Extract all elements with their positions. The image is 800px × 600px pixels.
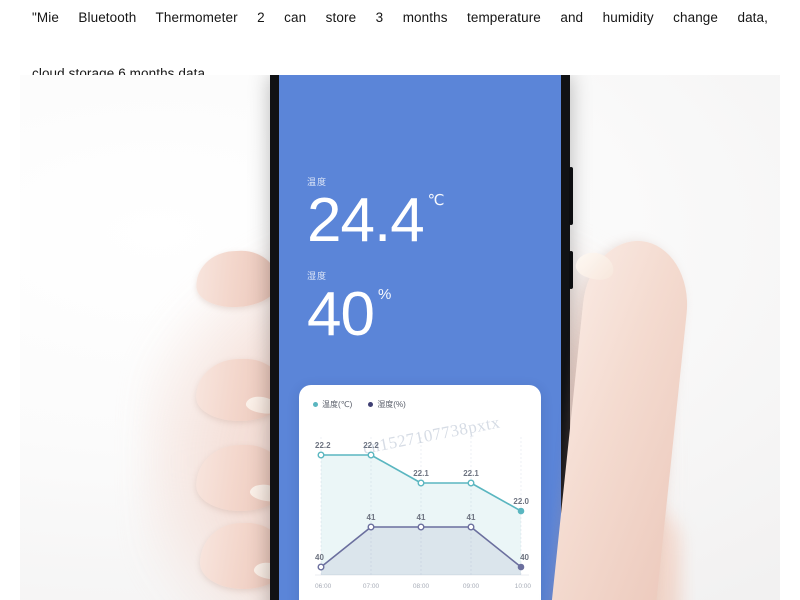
chart-legend: 温度(℃) 湿度(%)	[313, 399, 406, 410]
temperature-value: 24.4	[307, 186, 425, 255]
history-line-chart: 22.2 22.2 22.1 22.1 22.0 40 41 41 41 40 06:00 07:00…	[315, 437, 532, 590]
svg-text:10:00: 10:00	[515, 583, 532, 590]
svg-text:22.1: 22.1	[463, 469, 479, 478]
description-line-1: "Mie Bluetooth Thermometer 2 can store 3…	[32, 10, 768, 25]
svg-text:22.1: 22.1	[413, 469, 429, 478]
svg-text:09:00: 09:00	[463, 583, 480, 590]
svg-text:41: 41	[467, 513, 476, 522]
chart-plot-area[interactable]: 22.2 22.2 22.1 22.1 22.0 40 41 41 41 40 06:00 07:00…	[299, 415, 541, 600]
svg-text:22.2: 22.2	[315, 441, 331, 450]
legend-dot-temperature	[313, 402, 318, 407]
history-chart-card[interactable]: 温度(℃) 湿度(%) 22.2 22.2 22.1 22.1 22.0 40 41 41 41…	[299, 385, 541, 600]
svg-text:22.2: 22.2	[363, 441, 379, 450]
svg-text:40: 40	[520, 553, 529, 562]
legend-label-temperature: 温度(℃)	[322, 400, 353, 409]
svg-text:41: 41	[417, 513, 426, 522]
legend-label-humidity: 湿度(%)	[377, 400, 406, 409]
temperature-readout: 温度 24.4 ℃	[307, 175, 445, 255]
smartphone-device: 温度 24.4 ℃ 湿度 40 % 温度(℃) 湿度(%) 22.2 22.2 …	[270, 75, 573, 600]
page-root: "Mie Bluetooth Thermometer 2 can store 3…	[0, 0, 800, 600]
svg-text:07:00: 07:00	[363, 583, 380, 590]
volume-button[interactable]	[569, 251, 573, 289]
legend-item-temperature[interactable]: 温度(℃)	[313, 399, 352, 410]
svg-text:41: 41	[367, 513, 376, 522]
humidity-label: 湿度	[307, 271, 328, 281]
svg-text:08:00: 08:00	[413, 583, 430, 590]
phone-screen[interactable]: 温度 24.4 ℃ 湿度 40 % 温度(℃) 湿度(%) 22.2 22.2 …	[279, 75, 561, 600]
temperature-unit: ℃	[427, 192, 445, 209]
svg-text:06:00: 06:00	[315, 583, 332, 590]
humidity-unit: %	[377, 286, 391, 303]
svg-text:22.0: 22.0	[513, 497, 529, 506]
power-button[interactable]	[569, 167, 573, 225]
humidity-readout: 湿度 40 %	[307, 269, 391, 349]
humidity-value-row: 40 %	[307, 280, 391, 349]
humidity-value: 40	[307, 280, 375, 349]
svg-text:40: 40	[315, 553, 324, 562]
legend-dot-humidity	[368, 402, 374, 407]
temperature-value-row: 24.4 ℃	[307, 186, 445, 255]
product-photo: 温度 24.4 ℃ 湿度 40 % 温度(℃) 湿度(%) 22.2 22.2 …	[20, 75, 780, 600]
legend-item-humidity[interactable]: 湿度(%)	[368, 399, 406, 410]
temperature-label: 温度	[307, 177, 328, 187]
